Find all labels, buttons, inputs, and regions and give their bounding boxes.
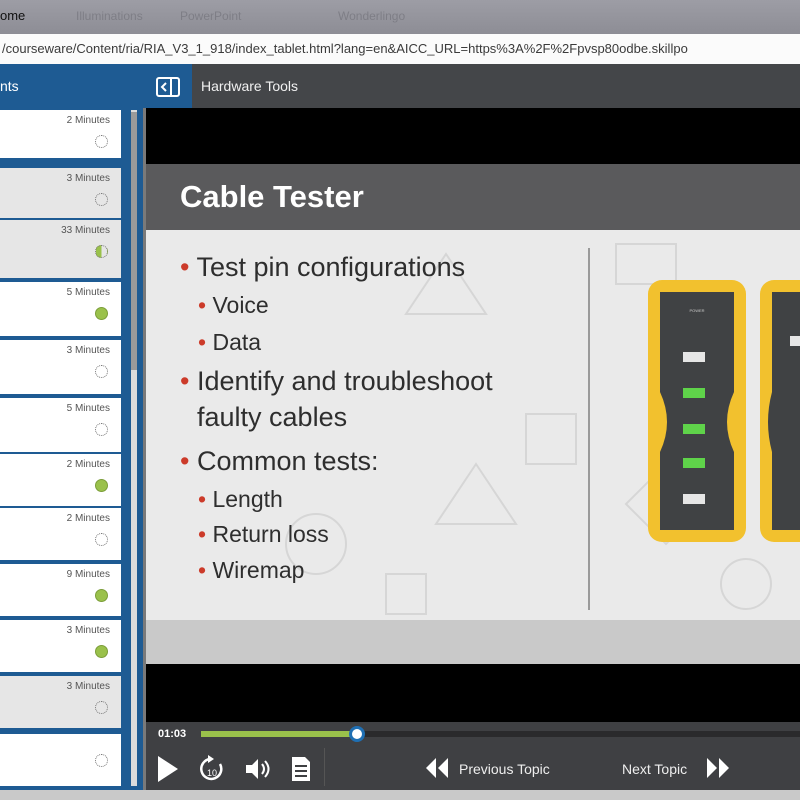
faded-tab-3: Wonderlingo (338, 9, 406, 23)
completion-status-icon (95, 479, 108, 492)
topic-item[interactable]: 3 Minutes (0, 620, 121, 672)
previous-topic-button[interactable] (424, 756, 450, 785)
completion-status-icon (95, 245, 108, 258)
replay-10-icon[interactable]: 10 (198, 754, 226, 789)
bullet-l1: • Identify and troubleshoot (180, 366, 493, 396)
bullet-continuation: faulty cables (197, 402, 348, 432)
faded-tab-2: PowerPoint (180, 9, 242, 23)
sidebar-title: nts (0, 78, 19, 94)
slide-divider (588, 248, 590, 610)
topic-duration: 9 Minutes (66, 569, 110, 580)
topic-duration: 3 Minutes (66, 173, 110, 184)
topic-duration: 5 Minutes (66, 287, 110, 298)
topic-duration: 3 Minutes (66, 625, 110, 636)
topic-duration: 3 Minutes (66, 681, 110, 692)
topic-duration: 2 Minutes (66, 115, 110, 126)
topic-item[interactable]: 5 Minutes (0, 282, 121, 336)
topic-duration: 5 Minutes (66, 403, 110, 414)
bullet-l2: • Voice (198, 292, 269, 318)
url-text[interactable]: /courseware/Content/ria/RIA_V3_1_918/ind… (2, 41, 688, 56)
slide-footer-band (146, 620, 800, 664)
bullet-l2: • Return loss (198, 521, 329, 547)
topic-duration: 2 Minutes (66, 513, 110, 524)
topic-item[interactable]: 2 Minutes (0, 110, 121, 158)
panel-collapse-icon[interactable] (156, 77, 180, 97)
window-title: ome (0, 8, 26, 23)
bullet-l1: • Test pin configurations (180, 252, 466, 282)
bullet-l2: • Length (198, 486, 283, 512)
topic-duration: 2 Minutes (66, 459, 110, 470)
progress-knob[interactable] (349, 726, 365, 742)
svg-text:10: 10 (207, 768, 217, 778)
slide-title: Cable Tester (180, 179, 364, 214)
play-icon[interactable] (156, 754, 180, 789)
window-bottom-edge (0, 790, 800, 800)
lesson-top-bar: Hardware Tools (192, 64, 800, 108)
completion-status-icon (95, 645, 108, 658)
bullet-l2: • Wiremap (198, 557, 305, 583)
completion-status-icon (95, 135, 108, 148)
slide: Cable Tester • Test pin configurations •… (146, 164, 800, 664)
double-chevron-right-icon (707, 758, 729, 778)
completion-status-icon (95, 307, 108, 320)
slide-header: Cable Tester (146, 164, 800, 230)
progress-fill (201, 731, 357, 737)
topic-item[interactable]: 3 Minutes (0, 340, 121, 394)
scrollbar-thumb[interactable] (131, 112, 137, 370)
topic-item[interactable]: 3 Minutes (0, 168, 121, 218)
completion-status-icon (95, 423, 108, 436)
topic-duration: 3 Minutes (66, 345, 110, 356)
completion-status-icon (95, 533, 108, 546)
double-chevron-left-icon (426, 758, 448, 778)
faded-tab-1: Illuminations (76, 9, 143, 23)
completion-status-icon (95, 589, 108, 602)
cable-tester-image: POWER (648, 280, 800, 542)
topic-item[interactable]: 3 Minutes (0, 676, 121, 728)
completion-status-icon (95, 701, 108, 714)
completion-status-icon (95, 754, 108, 767)
completion-status-icon (95, 365, 108, 378)
controls-divider (324, 748, 325, 786)
volume-icon[interactable] (244, 756, 272, 787)
bullet-l1: • Common tests: (180, 446, 379, 476)
next-topic-label[interactable]: Next Topic (622, 761, 687, 777)
bullet-l2: • Data (198, 329, 262, 355)
next-topic-button[interactable] (705, 756, 731, 785)
completion-status-icon (95, 193, 108, 206)
previous-topic-label[interactable]: Previous Topic (459, 761, 550, 777)
topic-item[interactable]: 5 Minutes (0, 398, 121, 452)
topic-item[interactable]: 33 Minutes (0, 220, 121, 278)
topic-item[interactable]: 9 Minutes (0, 564, 121, 616)
address-bar[interactable]: /courseware/Content/ria/RIA_V3_1_918/ind… (0, 34, 800, 65)
lesson-title: Hardware Tools (201, 78, 299, 94)
topic-duration: 33 Minutes (61, 225, 110, 236)
topic-item[interactable]: 2 Minutes (0, 454, 121, 506)
window-title-bar: ome Illuminations PowerPoint Wonderlingo (0, 0, 800, 34)
elapsed-time: 01:03 (158, 728, 187, 740)
topic-item[interactable] (0, 734, 121, 786)
transcript-icon[interactable] (290, 756, 312, 787)
svg-text:POWER: POWER (689, 308, 704, 313)
topic-item[interactable]: 2 Minutes (0, 508, 121, 560)
